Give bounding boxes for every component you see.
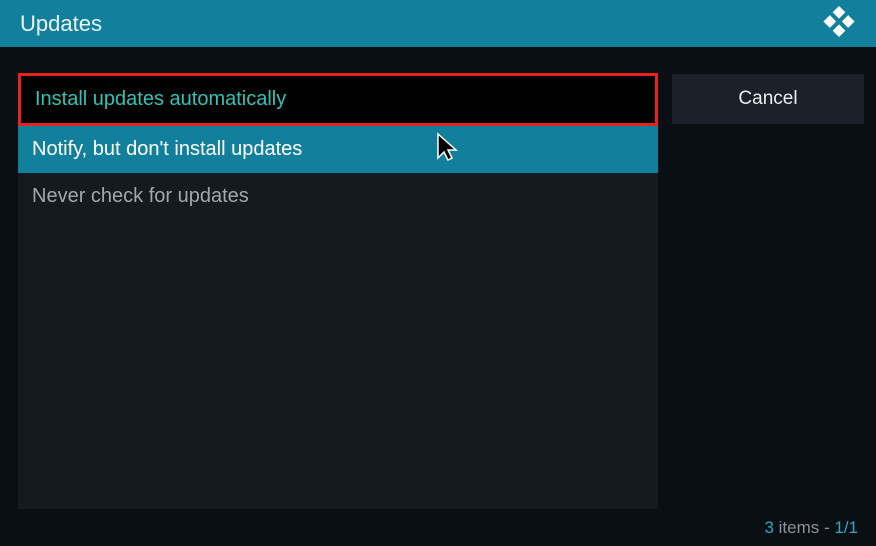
option-notify-only[interactable]: Notify, but don't install updates [18, 126, 658, 173]
side-panel: Cancel [672, 73, 876, 509]
options-list: Install updates automatically Notify, bu… [18, 73, 658, 509]
dialog-title: Updates [20, 11, 102, 37]
option-label: Never check for updates [32, 185, 249, 207]
kodi-logo-icon [822, 4, 856, 43]
option-never-check[interactable]: Never check for updates [18, 173, 658, 220]
cancel-label: Cancel [738, 88, 797, 109]
cursor-icon [436, 132, 458, 168]
footer-status: 3 items - 1/1 [764, 518, 858, 538]
item-count: 3 [764, 518, 773, 537]
option-label: Install updates automatically [35, 88, 286, 110]
option-install-automatically[interactable]: Install updates automatically [18, 73, 658, 126]
cancel-button[interactable]: Cancel [672, 74, 864, 124]
dialog-header: Updates [0, 0, 876, 47]
content-area: Install updates automatically Notify, bu… [0, 73, 876, 509]
page-indicator: 1/1 [834, 518, 858, 537]
option-label: Notify, but don't install updates [32, 138, 302, 160]
items-label: items - [774, 518, 834, 537]
